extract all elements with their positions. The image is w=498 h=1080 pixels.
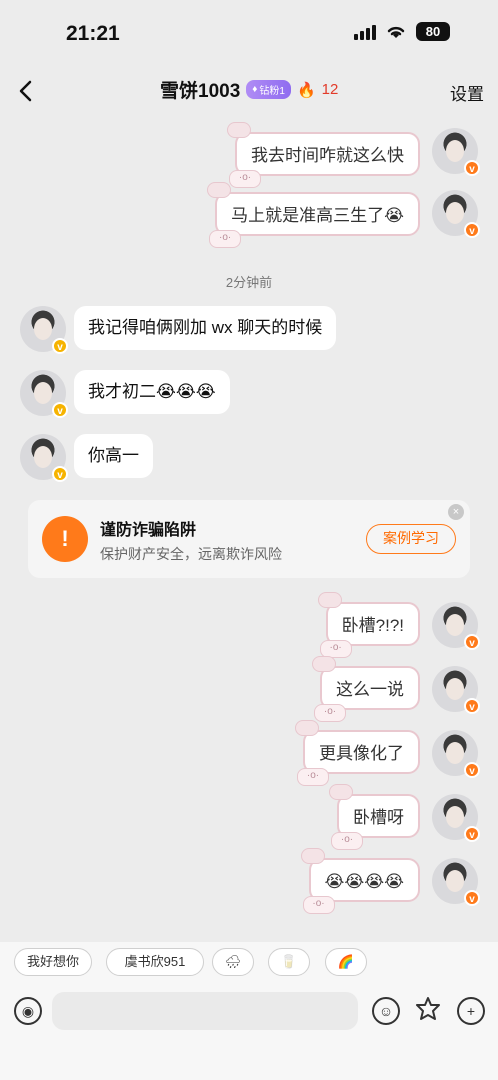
voice-icon[interactable]: ◉ <box>14 997 42 1025</box>
my-avatar[interactable]: v <box>432 190 480 238</box>
contact-avatar[interactable]: v <box>20 306 68 354</box>
anti-fraud-card: ! 谨防诈骗陷阱 保护财产安全，远离欺诈风险 案例学习 × <box>28 500 470 578</box>
quick-reply-chip[interactable]: 虞书欣951 <box>106 948 204 976</box>
contact-avatar[interactable]: v <box>20 370 68 418</box>
close-icon[interactable]: × <box>448 504 464 520</box>
message-bubble-in[interactable]: 我才初二😭😭😭 <box>74 370 230 414</box>
chat-messages[interactable]: 我去时间咋就这么快 v 马上就是准高三生了😭 v 2分钟前 v 我记得咱俩刚加 … <box>0 114 498 942</box>
my-avatar[interactable]: v <box>432 128 480 176</box>
status-time: 21:21 <box>66 22 120 45</box>
message-input[interactable] <box>52 992 358 1030</box>
quick-reply-chip[interactable]: 我好想你 <box>14 948 92 976</box>
message-bubble-out[interactable]: 马上就是准高三生了😭 <box>207 182 420 248</box>
my-avatar[interactable]: v <box>432 602 480 650</box>
status-icons: 80 <box>354 22 450 41</box>
message-bubble-out[interactable]: 更具像化了 <box>295 720 420 786</box>
emoji-icon[interactable]: ☺ <box>372 997 400 1025</box>
message-bubble-in[interactable]: 你高一 <box>74 434 153 478</box>
wifi-icon <box>387 26 405 38</box>
status-bar: 21:21 80 <box>0 0 498 68</box>
time-divider: 2分钟前 <box>225 275 273 290</box>
message-bubble-in[interactable]: 我记得咱俩刚加 wx 聊天的时候 <box>74 306 337 350</box>
rainbow-icon[interactable]: 🌈 <box>325 948 367 976</box>
contact-name: 雪饼1003 <box>160 81 241 102</box>
case-study-button[interactable]: 案例学习 <box>366 524 456 554</box>
diamond-icon: ♦ <box>252 84 258 95</box>
message-bubble-out[interactable]: 这么一说 <box>312 656 420 722</box>
message-bubble-out[interactable]: 卧槽呀 <box>329 784 420 850</box>
chat-header: 雪饼1003 ♦ 钻粉1 🔥 12 设置 <box>0 68 498 114</box>
my-avatar[interactable]: v <box>432 730 480 778</box>
message-bubble-out[interactable]: 卧槽?!?! <box>317 592 420 658</box>
bottle-icon[interactable]: 🥛 <box>268 948 310 976</box>
streak-count: 12 <box>321 81 339 98</box>
my-avatar[interactable]: v <box>432 794 480 842</box>
contact-avatar[interactable]: v <box>20 434 68 482</box>
chat-title-group: 雪饼1003 ♦ 钻粉1 🔥 12 <box>160 76 338 103</box>
signal-icon <box>354 24 376 40</box>
shield-warning-icon: ! <box>42 516 88 562</box>
back-arrow-icon[interactable] <box>10 74 44 108</box>
battery-indicator: 80 <box>416 22 450 41</box>
my-avatar[interactable]: v <box>432 858 480 906</box>
my-avatar[interactable]: v <box>432 666 480 714</box>
message-input-bar: ◉ ☺ + <box>0 982 498 1080</box>
rain-cloud-icon[interactable]: 🌧 <box>212 948 254 976</box>
fan-level-badge: ♦ 钻粉1 <box>246 80 291 99</box>
message-bubble-out[interactable]: 😭😭😭😭 <box>300 848 420 914</box>
message-bubble-out[interactable]: 我去时间咋就这么快 <box>227 122 420 188</box>
quick-reply-bar: 我好想你 虞书欣951 🌧 🥛 🌈 <box>0 942 498 982</box>
settings-button[interactable]: 设置 <box>450 80 484 105</box>
fire-icon: 🔥 <box>296 81 316 99</box>
anti-fraud-subtitle: 保护财产安全，远离欺诈风险 <box>100 546 282 562</box>
plus-icon[interactable]: + <box>457 997 485 1025</box>
anti-fraud-title: 谨防诈骗陷阱 <box>100 522 197 539</box>
sticker-icon[interactable] <box>413 995 443 1025</box>
